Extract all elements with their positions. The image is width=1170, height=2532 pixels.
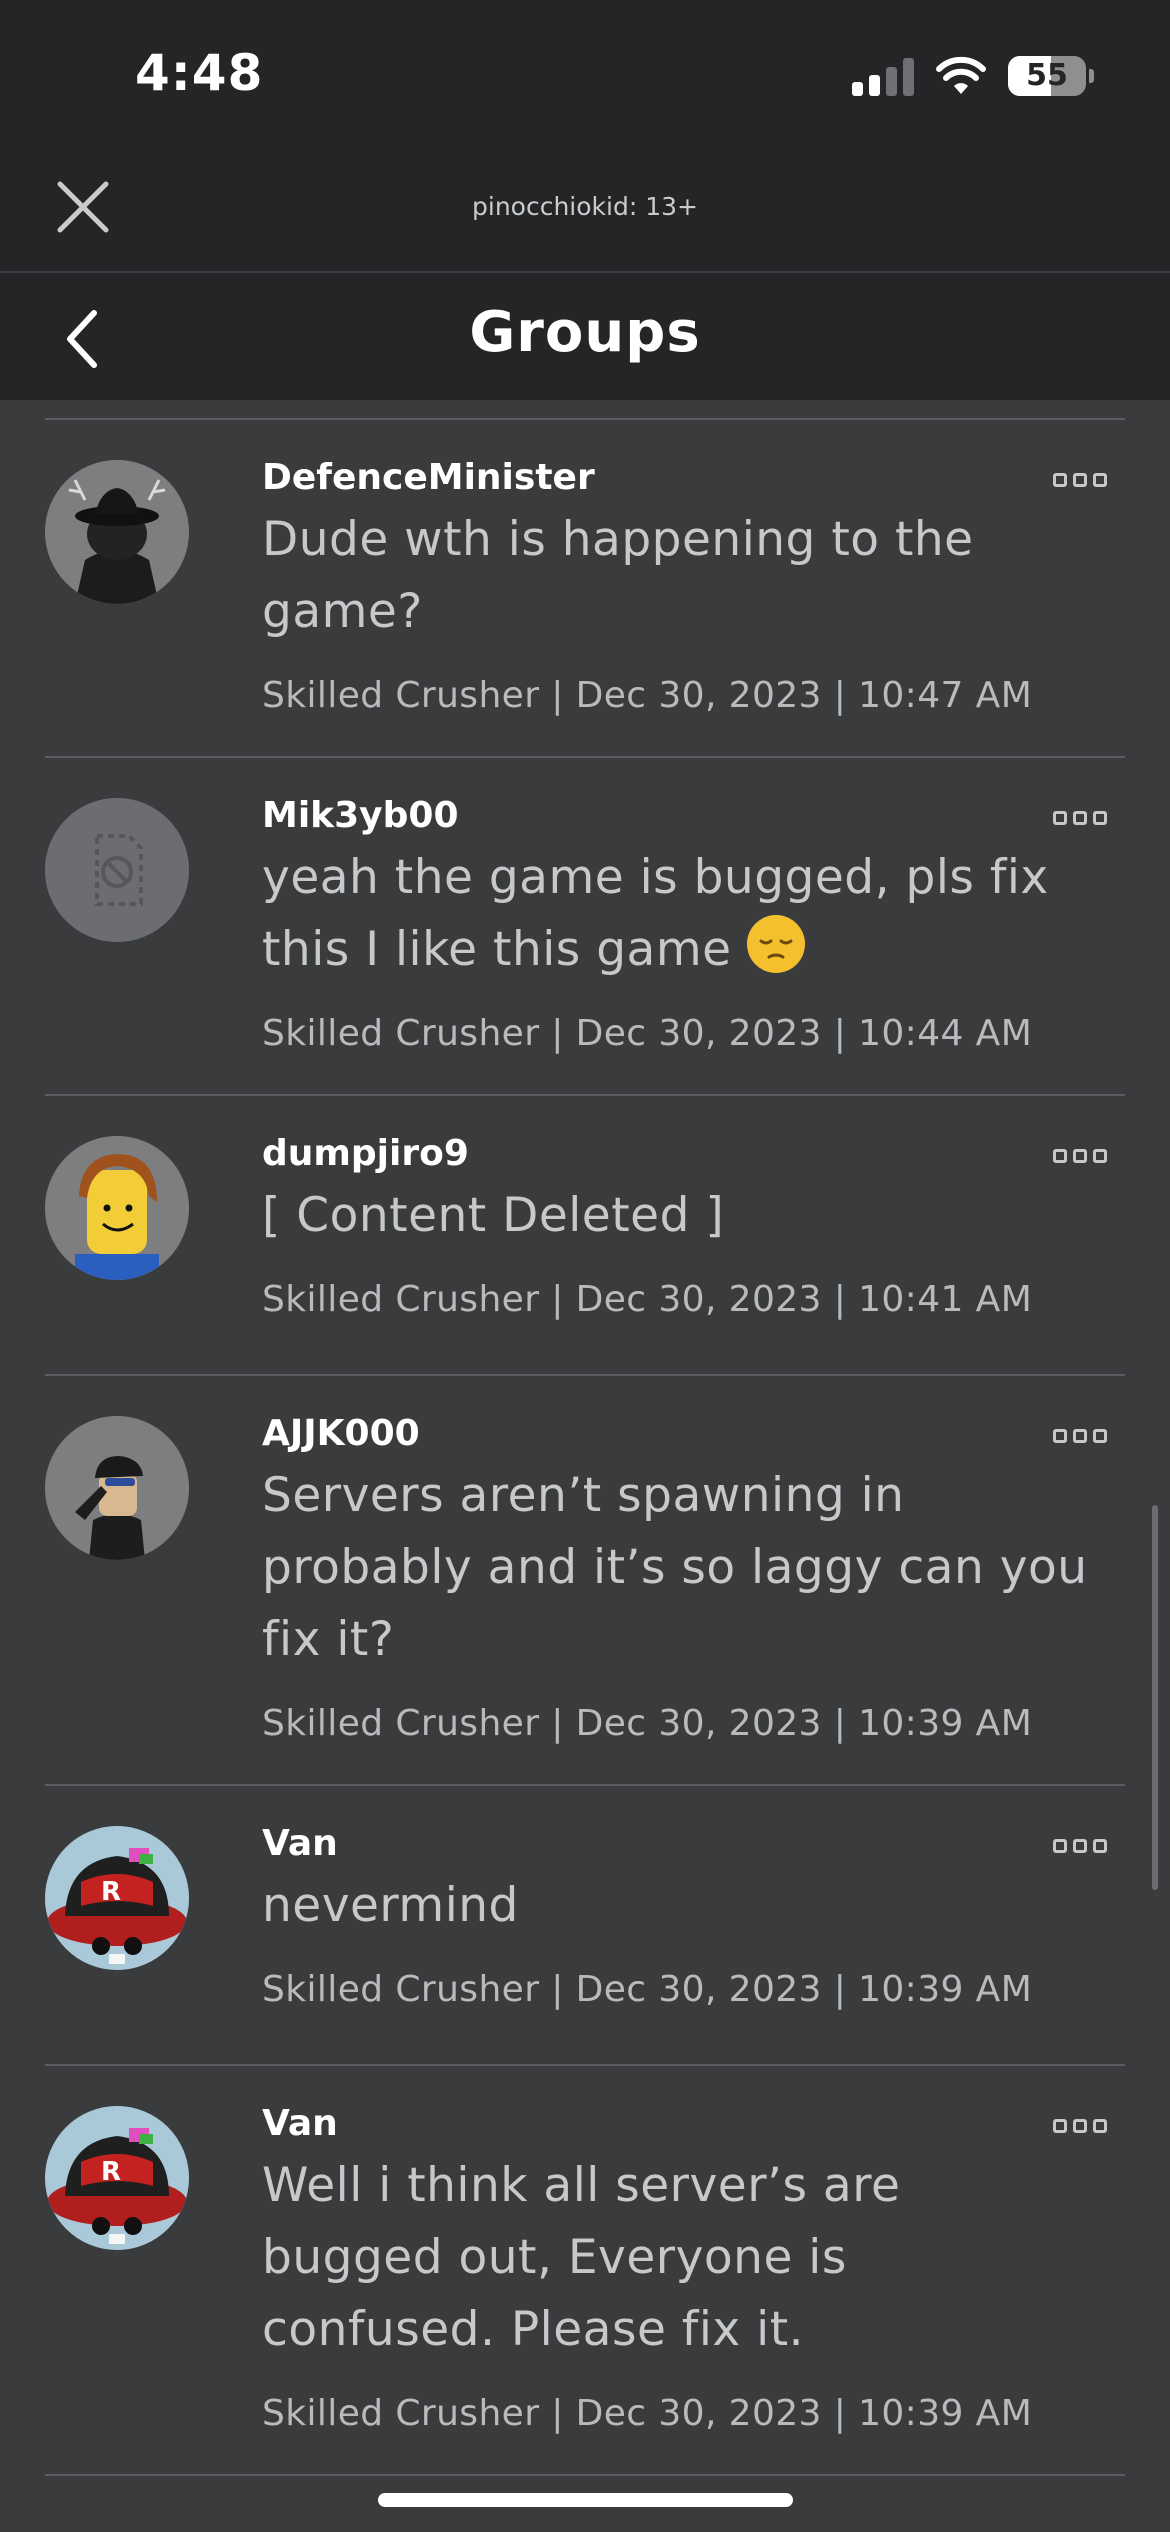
more-options-icon[interactable]	[1053, 808, 1109, 828]
post-author[interactable]: Van	[262, 1822, 1125, 1866]
home-indicator[interactable]	[378, 2493, 793, 2507]
more-options-icon[interactable]	[1053, 1836, 1109, 1856]
wall-post: R Van Well i think all server’s are bugg…	[45, 2066, 1125, 2476]
wall-post: AJJK000 Servers aren’t spawning in proba…	[45, 1376, 1125, 1786]
svg-text:R: R	[101, 2157, 121, 2187]
webview-title: pinocchiokid: 13+	[472, 192, 698, 221]
battery-cap	[1089, 69, 1094, 83]
cellular-signal-icon	[852, 56, 914, 96]
wifi-icon	[936, 56, 986, 94]
post-body: Well i think all server’s are bugged out…	[262, 2158, 901, 2357]
wall-post: Mik3yb00 yeah the game is bugged, pls fi…	[45, 758, 1125, 1096]
more-options-icon[interactable]	[1053, 1146, 1109, 1166]
classic-noob-avatar[interactable]	[45, 1136, 189, 1280]
svg-text:R: R	[101, 1877, 121, 1907]
unavailable-avatar[interactable]	[45, 798, 189, 942]
post-body: nevermind	[262, 1878, 519, 1933]
post-meta: Skilled Crusher | Dec 30, 2023 | 10:39 A…	[262, 1703, 1033, 1744]
battery-icon: 55	[1008, 56, 1086, 96]
post-meta: Skilled Crusher | Dec 30, 2023 | 10:39 A…	[262, 2393, 1033, 2434]
pensive-face-emoji	[747, 915, 806, 973]
more-options-icon[interactable]	[1053, 2116, 1109, 2136]
red-r-cap-avatar[interactable]: R	[45, 2106, 189, 2250]
wall-post: dumpjiro9 [ Content Deleted ] Skilled Cr…	[45, 1096, 1125, 1376]
post-meta: Skilled Crusher | Dec 30, 2023 | 10:41 A…	[262, 1279, 1033, 1320]
wall-post: DefenceMinister Dude wth is happening to…	[45, 420, 1125, 758]
post-author[interactable]: AJJK000	[262, 1412, 1125, 1456]
post-meta: Skilled Crusher | Dec 30, 2023 | 10:39 A…	[262, 1969, 1033, 2010]
post-body: [ Content Deleted ]	[262, 1188, 725, 1243]
post-meta: Skilled Crusher | Dec 30, 2023 | 10:47 A…	[262, 675, 1033, 716]
status-time: 4:48	[135, 44, 264, 102]
post-body-text: yeah the game is bugged, pls fix this I …	[262, 850, 1049, 977]
post-body: Dude wth is happening to the game?	[262, 512, 974, 639]
battery-percent: 55	[1026, 58, 1068, 93]
post-author[interactable]: Van	[262, 2102, 1125, 2146]
more-options-icon[interactable]	[1053, 470, 1109, 490]
saluting-cap-avatar[interactable]	[45, 1416, 189, 1560]
more-options-icon[interactable]	[1053, 1426, 1109, 1446]
wall-post: R Van nevermind Skilled Crusher | Dec 30…	[45, 1786, 1125, 2066]
post-body: Servers aren’t spawning in probably and …	[262, 1468, 1088, 1667]
group-wall-feed: DefenceMinister Dude wth is happening to…	[45, 418, 1125, 2476]
post-meta: Skilled Crusher | Dec 30, 2023 | 10:44 A…	[262, 1013, 1033, 1054]
red-r-cap-avatar[interactable]: R	[45, 1826, 189, 1970]
status-bar: 4:48 55	[0, 0, 1170, 150]
black-hat-antler-avatar[interactable]	[45, 460, 189, 604]
scrollbar[interactable]	[1152, 1505, 1158, 1890]
post-author[interactable]: Mik3yb00	[262, 794, 1125, 838]
post-author[interactable]: DefenceMinister	[262, 456, 1125, 500]
post-author[interactable]: dumpjiro9	[262, 1132, 1125, 1176]
post-body: yeah the game is bugged, pls fix this I …	[262, 842, 1092, 986]
page-title: Groups	[469, 300, 701, 365]
